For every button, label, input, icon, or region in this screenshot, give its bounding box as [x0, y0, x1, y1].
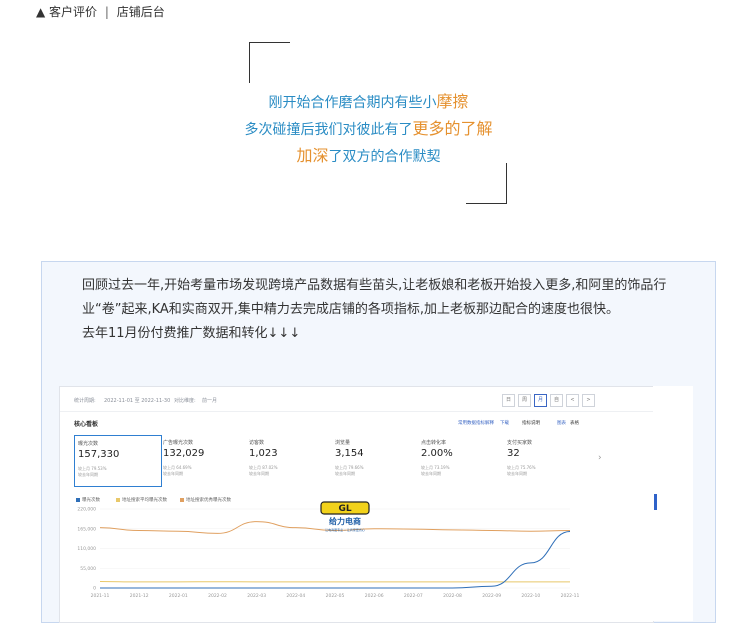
x-tick-label: 2022-08 [443, 593, 462, 599]
review-paragraph: 回顾过去一年,开始考量市场发现跨境产品数据有些苗头,让老板娘和老板开始投入更多,… [82, 274, 700, 346]
y-tick-label: 0 [93, 586, 96, 592]
quote-line-3: 加深了双方的合作默契 [0, 142, 737, 166]
y-tick-label: 55,000 [80, 566, 96, 572]
x-tick-label: 2022-07 [404, 593, 423, 599]
svg-text:让电商更专业 • 让商家更省心: 让电商更专业 • 让商家更省心 [325, 527, 365, 532]
quote-line-3-text: 了双方的合作默契 [328, 149, 441, 165]
scroll-side [653, 386, 693, 621]
caption-prefix: ▲ 客户评价 [36, 5, 98, 19]
quote-line-2-text: 多次碰撞后我们对彼此有了 [244, 122, 413, 138]
quote-line-1-text: 刚开始合作磨合期内有些小 [268, 95, 437, 111]
quote-corner-bottom-right [466, 163, 507, 204]
svg-text:GL: GL [338, 504, 351, 514]
x-tick-label: 2021-12 [130, 593, 149, 599]
review-panel: 回顾过去一年,开始考量市场发现跨境产品数据有些苗头,让老板娘和老板开始投入更多,… [41, 261, 716, 623]
brand-logo: GL 给力电商 让电商更专业 • 让商家更省心 [320, 501, 370, 532]
svg-text:给力电商: 给力电商 [329, 516, 361, 526]
x-tick-label: 2022-02 [208, 593, 227, 599]
y-tick-label: 220,000 [77, 507, 96, 513]
paragraph-lead: 去年11月份付费推广数据和转化↓↓↓ [82, 326, 301, 341]
image-caption: ▲ 客户评价 | 店铺后台 [36, 3, 165, 20]
x-tick-label: 2022-01 [169, 593, 188, 599]
caption-suffix: 店铺后台 [116, 5, 165, 19]
quote-line-1-highlight: 摩擦 [436, 92, 469, 111]
x-tick-label: 2022-04 [286, 593, 305, 599]
quote-line-2: 多次碰撞后我们对彼此有了更多的了解 [0, 115, 737, 139]
y-tick-label: 110,000 [77, 546, 96, 552]
x-tick-label: 2022-11 [561, 593, 580, 599]
x-tick-label: 2021-11 [91, 593, 110, 599]
scroll-indicator[interactable] [654, 494, 657, 510]
x-tick-label: 2022-03 [247, 593, 266, 599]
caption-separator: | [104, 5, 109, 19]
paragraph-body: 回顾过去一年,开始考量市场发现跨境产品数据有些苗头,让老板娘和老板开始投入更多,… [82, 278, 667, 317]
y-tick-label: 165,000 [77, 526, 96, 532]
series-line-1 [100, 531, 571, 589]
quote-line-1: 刚开始合作磨合期内有些小摩擦 [0, 88, 737, 112]
quote-corner-top-left [249, 42, 290, 83]
quote-line-3-highlight: 加深 [296, 146, 329, 165]
quote-line-2-highlight: 更多的了解 [412, 119, 493, 138]
dashboard-screenshot: 统计周期: 2022-11-01 至 2022-11-30 对比维度: 前一月 … [59, 386, 654, 623]
x-tick-label: 2022-05 [326, 593, 345, 599]
x-tick-label: 2022-09 [482, 593, 501, 599]
x-tick-label: 2022-06 [365, 593, 384, 599]
x-tick-label: 2022-10 [521, 593, 540, 599]
